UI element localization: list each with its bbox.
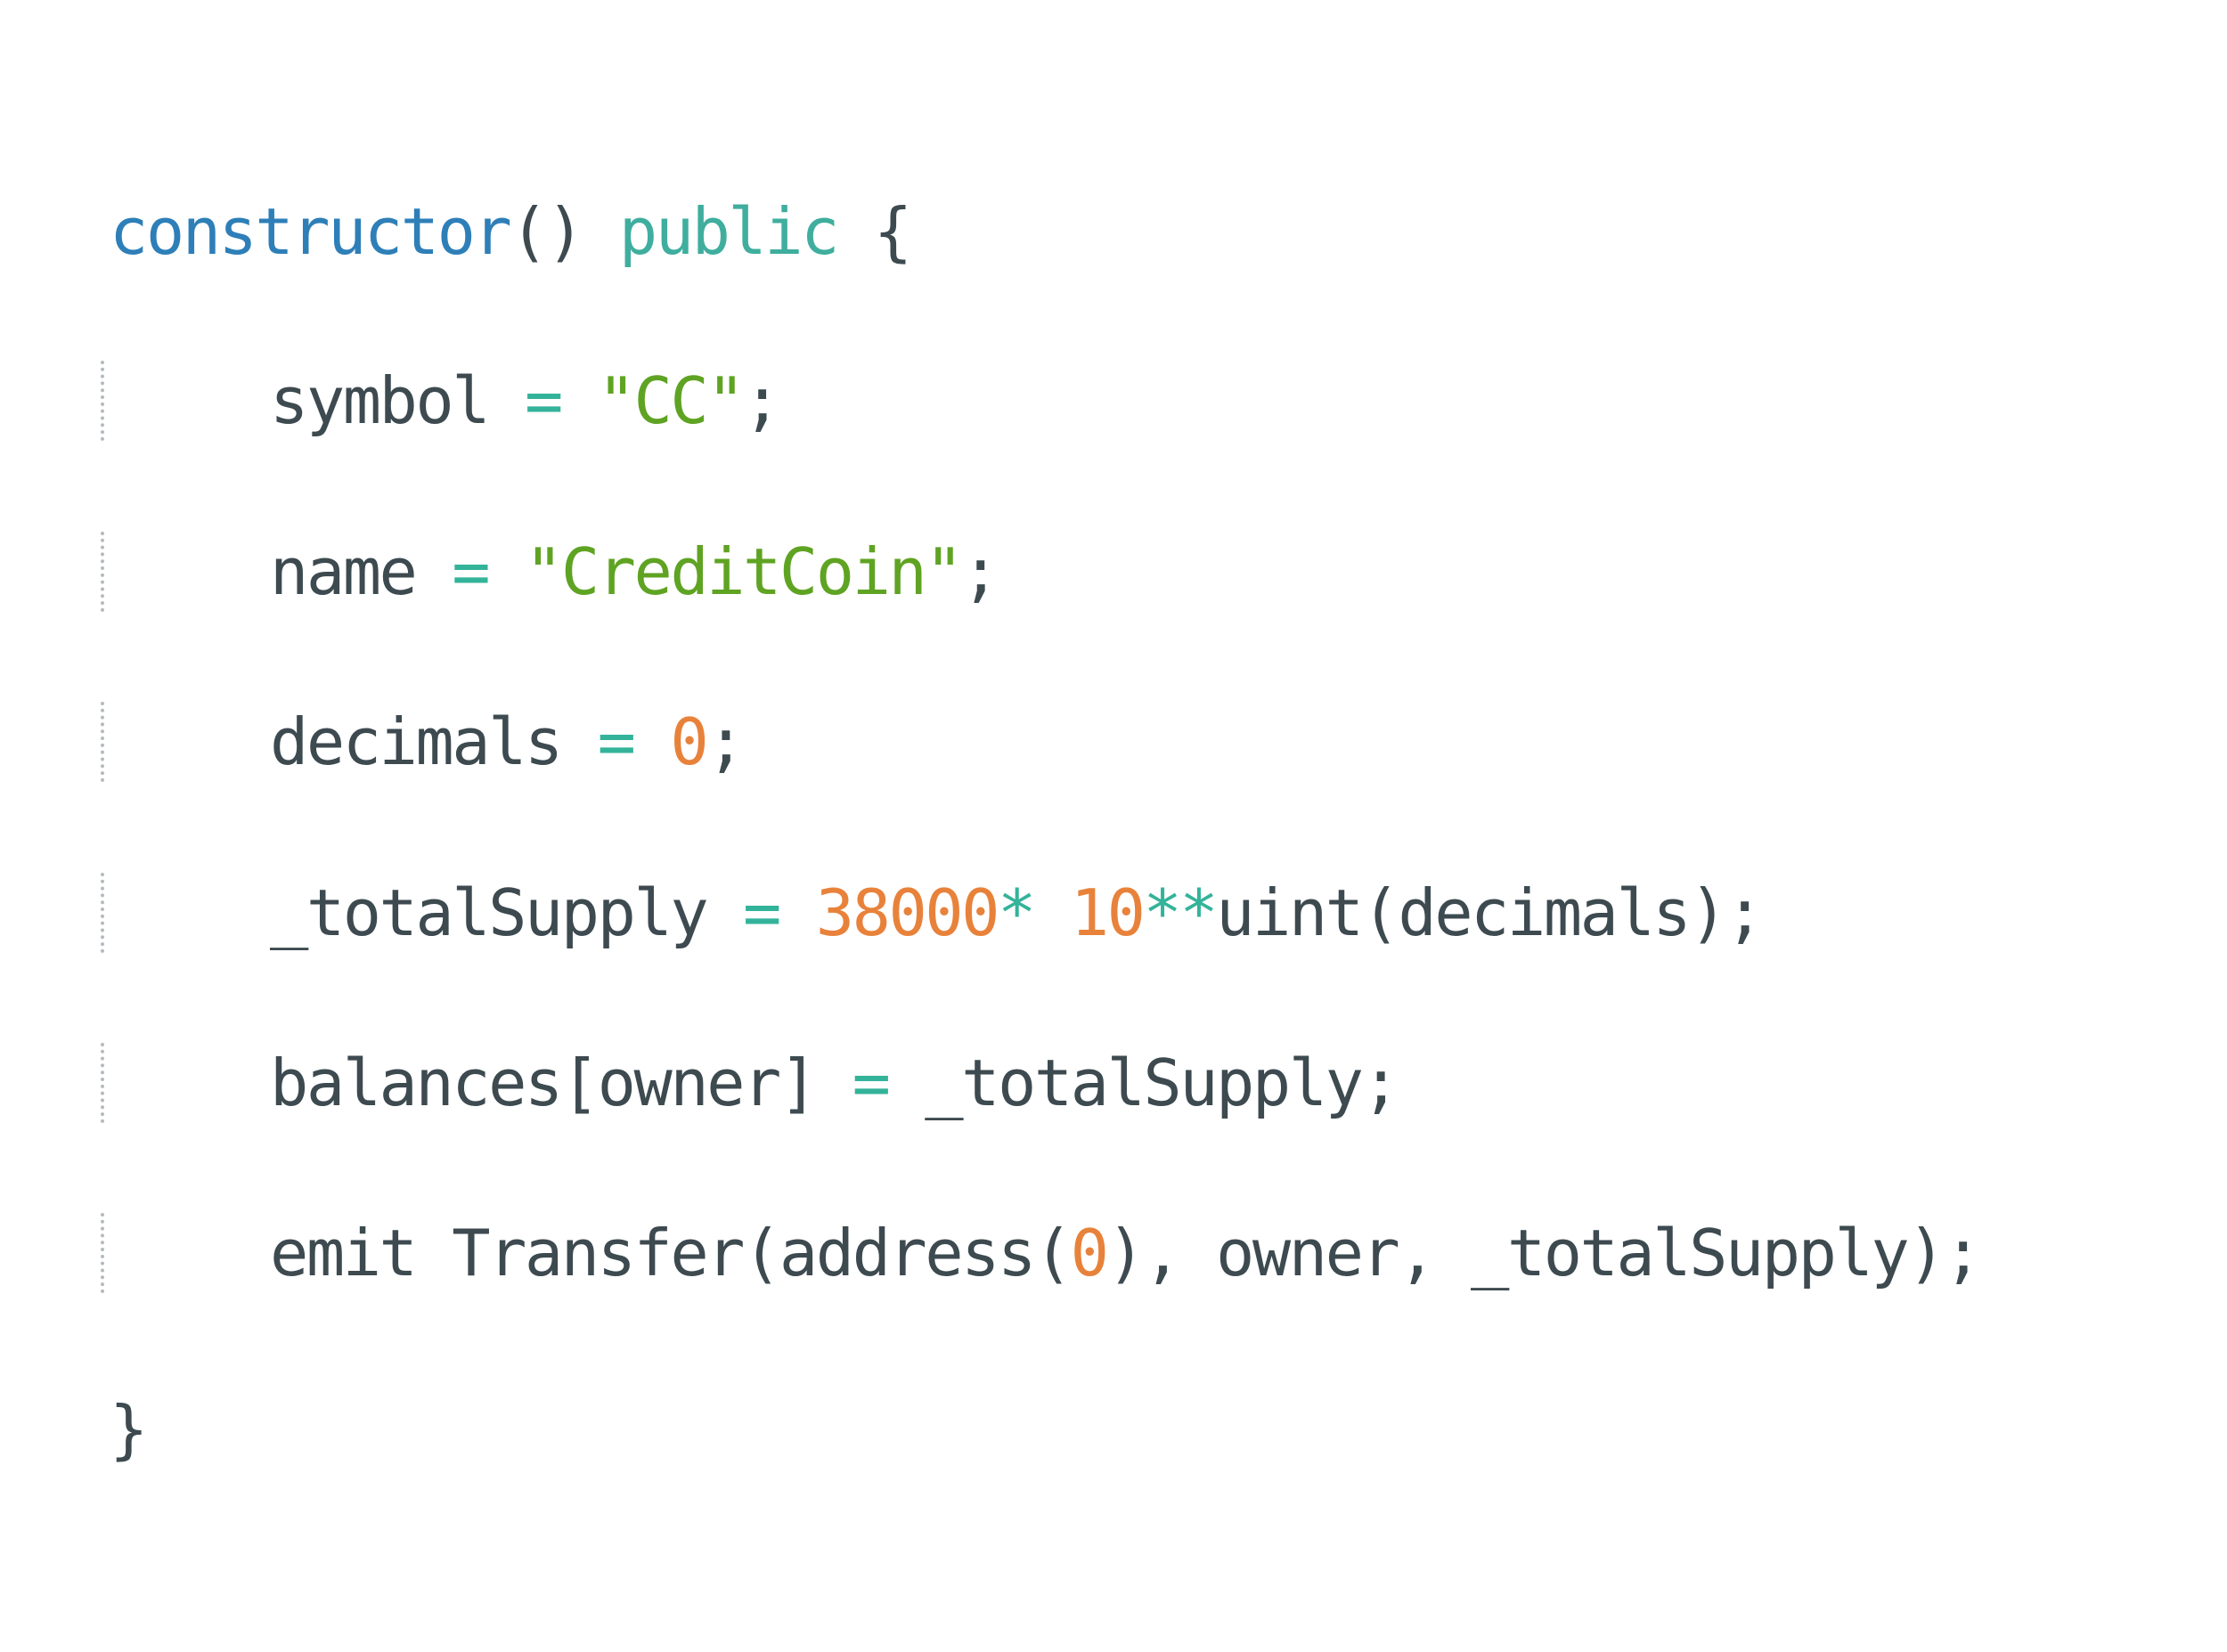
indent-guide xyxy=(101,1043,104,1123)
code-token: = xyxy=(852,1046,891,1120)
code-token: name xyxy=(270,534,453,609)
code-text: constructor() public { xyxy=(110,187,912,276)
indent-guide xyxy=(101,873,104,953)
code-token: ** xyxy=(1143,875,1218,950)
code-token: decimals xyxy=(270,704,598,779)
code-line-name: name = "CreditCoin"; xyxy=(0,527,999,616)
code-token: uint(decimals); xyxy=(1216,875,1764,950)
code-line-total-supply: _totalSupply = 38000* 10**uint(decimals)… xyxy=(0,868,1764,957)
code-line-constructor: constructor() public { xyxy=(0,187,912,276)
code-editor[interactable]: constructor() public { symbol = "CC"; na… xyxy=(0,0,2227,1648)
code-line-symbol: symbol = "CC"; xyxy=(0,356,781,445)
code-token: 38000 xyxy=(815,875,1000,950)
code-line-balances: balances[owner] = _totalSupply; xyxy=(0,1038,1400,1127)
code-text: emit Transfer(address(0), owner, _totalS… xyxy=(270,1208,1983,1298)
code-text: decimals = 0; xyxy=(270,697,746,786)
code-token: ), owner, _totalSupply); xyxy=(1106,1216,1983,1290)
code-token: ; xyxy=(706,704,745,779)
indent-guide xyxy=(101,702,104,782)
code-token: } xyxy=(110,1392,148,1467)
code-line-closing-brace: } xyxy=(0,1385,148,1474)
code-text: name = "CreditCoin"; xyxy=(270,527,999,616)
code-token: _totalSupply; xyxy=(888,1046,1400,1120)
code-token: constructor xyxy=(110,194,512,269)
code-token: = xyxy=(597,704,636,779)
code-token: _totalSupply xyxy=(270,875,744,950)
indent-guide xyxy=(101,532,104,612)
code-token: * xyxy=(998,875,1036,950)
code-token: ; xyxy=(743,363,781,438)
code-token: 0 xyxy=(1070,1216,1109,1290)
indent-guide xyxy=(101,1213,104,1293)
code-token: "CC" xyxy=(597,363,746,438)
code-token: = xyxy=(524,363,563,438)
code-text: } xyxy=(110,1385,148,1474)
code-token: 10 xyxy=(1070,875,1146,950)
code-line-decimals: decimals = 0; xyxy=(0,697,746,786)
code-token: = xyxy=(743,875,781,950)
code-token: public xyxy=(618,194,840,269)
code-token: balances[owner] xyxy=(270,1046,852,1120)
code-token: () xyxy=(510,194,619,269)
code-token: = xyxy=(452,534,490,609)
code-text: symbol = "CC"; xyxy=(270,356,781,445)
code-text: balances[owner] = _totalSupply; xyxy=(270,1038,1400,1127)
code-token: ; xyxy=(961,534,999,609)
code-token: emit Transfer(address( xyxy=(270,1216,1073,1290)
code-line-emit-transfer: emit Transfer(address(0), owner, _totalS… xyxy=(0,1208,1982,1298)
code-token: { xyxy=(836,194,912,269)
code-token: 0 xyxy=(670,704,708,779)
code-token: "CreditCoin" xyxy=(524,534,964,609)
code-text: _totalSupply = 38000* 10**uint(decimals)… xyxy=(270,868,1764,957)
code-token: symbol xyxy=(270,363,525,438)
indent-guide xyxy=(101,361,104,441)
